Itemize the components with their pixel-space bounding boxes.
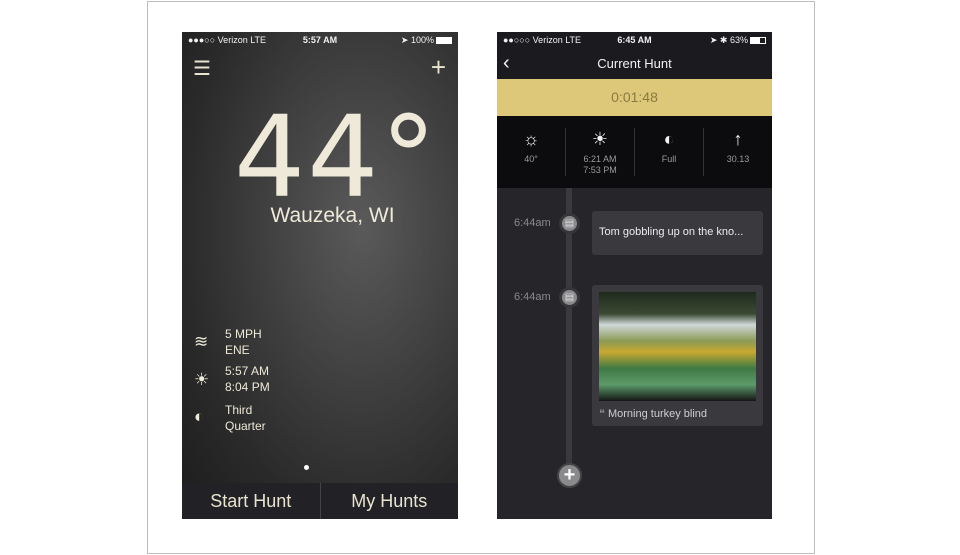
note-icon[interactable]: ▤ xyxy=(559,287,580,308)
condition-sun: ☀ 6:21 AM 7:53 PM xyxy=(566,128,635,176)
note-entry[interactable]: Tom gobbling up on the kno... xyxy=(592,211,763,255)
start-hunt-button[interactable]: Start Hunt xyxy=(182,483,321,519)
condition-temp: ☼ 40° xyxy=(497,128,566,176)
wind-icon: ≋ xyxy=(194,332,209,351)
add-entry-button[interactable]: + xyxy=(557,463,582,488)
page-title: Current Hunt xyxy=(597,56,672,71)
conditions-bar: ☼ 40° ☀ 6:21 AM 7:53 PM ◐ Full ↑ 30.13 xyxy=(497,116,772,188)
weather-screen: ●●●○○ Verizon LTE 5:57 AM ➤ 100% ☰ + 44°… xyxy=(182,32,458,519)
moon-icon: ◐ xyxy=(194,407,205,426)
location: Wauzeka, WI xyxy=(270,204,395,227)
current-hunt-screen: ●●○○○ Verizon LTE 6:45 AM ➤ ✱ 63% ‹ Curr… xyxy=(497,32,772,519)
sunrise: 5:57 AM xyxy=(225,364,270,378)
entry-time: 6:44am xyxy=(514,217,551,229)
add-icon[interactable]: + xyxy=(431,52,446,83)
photo-caption: Morning turkey blind xyxy=(607,408,708,420)
wind-direction: ENE xyxy=(225,343,250,357)
moon-icon: ◐ xyxy=(663,129,675,149)
bottom-bar: Start Hunt My Hunts xyxy=(182,483,458,519)
condition-pressure: ↑ 30.13 xyxy=(704,128,772,176)
sunrise-icon: ☀ xyxy=(194,370,210,389)
condition-moon: ◐ Full xyxy=(635,128,704,176)
moon-phase-2: Quarter xyxy=(225,419,266,433)
sun-icon: ☼ xyxy=(522,129,540,149)
entry-time: 6:44am xyxy=(514,291,551,303)
moon-phase: Third xyxy=(225,403,253,417)
quote-icon: ❝ xyxy=(599,408,608,420)
page-indicator[interactable] xyxy=(304,465,309,470)
clock: 6:45 AM xyxy=(617,35,652,45)
sunset: 8:04 PM xyxy=(225,380,270,394)
status-bar: ●●●○○ Verizon LTE 5:57 AM ➤ 100% xyxy=(182,32,458,48)
my-hunts-button[interactable]: My Hunts xyxy=(321,483,459,519)
back-button[interactable]: ‹ xyxy=(503,48,510,79)
menu-icon[interactable]: ☰ xyxy=(193,56,211,81)
note-icon[interactable]: ▤ xyxy=(559,213,580,234)
nav-bar: ‹ Current Hunt xyxy=(497,48,772,79)
status-bar: ●●○○○ Verizon LTE 6:45 AM ➤ ✱ 63% xyxy=(497,32,772,48)
temperature: 44° xyxy=(234,93,439,223)
clock: 5:57 AM xyxy=(302,35,338,45)
pressure-arrow-icon: ↑ xyxy=(733,129,743,149)
photo-entry[interactable]: ❝ Morning turkey blind xyxy=(592,285,763,426)
sunrise-icon: ☀ xyxy=(591,129,609,149)
wind-speed: 5 MPH xyxy=(225,327,262,341)
photo[interactable] xyxy=(599,292,756,401)
hunt-timer: 0:01:48 xyxy=(497,79,772,116)
